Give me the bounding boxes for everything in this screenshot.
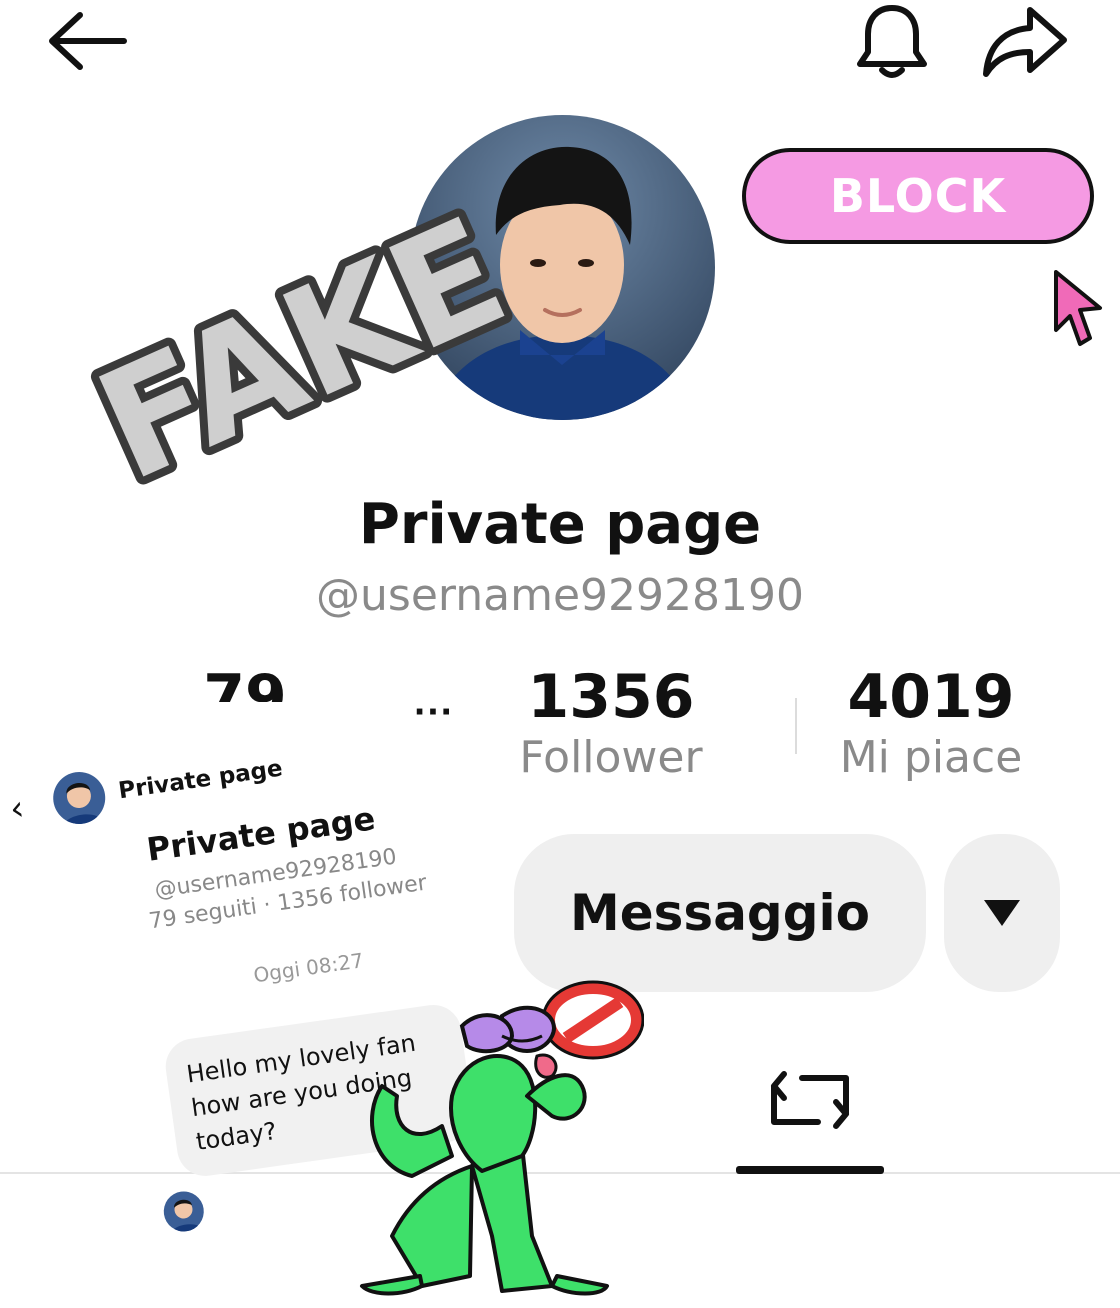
- message-button[interactable]: Messaggio: [514, 834, 926, 992]
- tab-reposts[interactable]: [766, 1060, 856, 1140]
- stat-divider: [795, 698, 797, 754]
- stat-following[interactable]: 79: [170, 662, 320, 702]
- message-button-label: Messaggio: [570, 884, 870, 942]
- profile-handle: @username92928190: [316, 570, 804, 621]
- block-button-label: BLOCK: [829, 169, 1007, 223]
- stat-likes[interactable]: 4019 Mi piace: [820, 662, 1042, 783]
- tab-active-indicator: [736, 1166, 884, 1174]
- cursor-pointer-icon: [1054, 270, 1102, 346]
- caret-down-icon: [984, 900, 1020, 926]
- followers-count: 1356: [527, 662, 695, 732]
- repost-icon: [771, 1071, 849, 1129]
- block-button[interactable]: BLOCK: [742, 148, 1094, 244]
- fake-sticker-text: FAKE: [75, 185, 530, 500]
- following-count: 79: [203, 662, 287, 702]
- chat-back-icon[interactable]: ‹: [7, 788, 26, 830]
- arrow-left-icon: [49, 12, 127, 70]
- chat-header-avatar: [49, 768, 109, 828]
- chat-header-name: Private page: [116, 755, 285, 805]
- notification-bell-button[interactable]: [852, 2, 932, 82]
- more-options-button[interactable]: [944, 834, 1060, 992]
- likes-label: Mi piace: [839, 732, 1023, 783]
- share-button[interactable]: [980, 4, 1070, 80]
- bell-icon: [857, 5, 927, 78]
- share-arrow-icon: [983, 7, 1067, 77]
- fake-sticker: FAKE: [67, 177, 530, 500]
- chat-timestamp: Oggi 08:27: [251, 948, 365, 988]
- stat-followers[interactable]: 1356 Follower: [500, 662, 722, 783]
- chat-message-avatar: [161, 1188, 207, 1235]
- back-button[interactable]: [44, 6, 130, 76]
- profile-name: Private page: [358, 492, 762, 557]
- likes-count: 4019: [847, 662, 1015, 732]
- followers-label: Follower: [519, 732, 703, 783]
- frog-sticker: [360, 1005, 609, 1296]
